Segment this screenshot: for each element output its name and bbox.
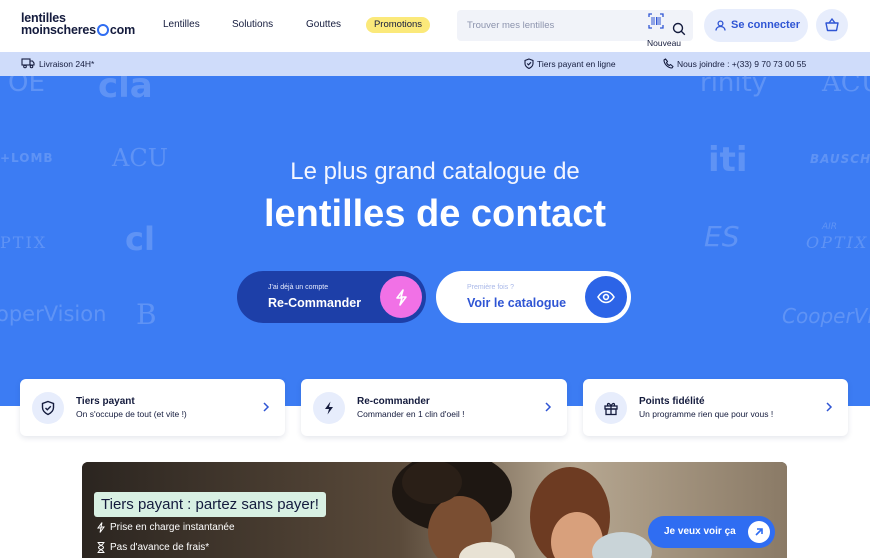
brand-watermark: rinity: [700, 76, 768, 98]
delivery-text: Livraison 24H*: [39, 59, 95, 69]
eye-icon: [597, 290, 615, 304]
catalog-button[interactable]: Première fois ? Voir le catalogue: [436, 271, 631, 323]
card-icon-circle: [313, 392, 345, 424]
nav-lentilles[interactable]: Lentilles: [163, 19, 200, 30]
tiers-payant-text[interactable]: Tiers payant en ligne: [537, 59, 616, 69]
shield-icon: [524, 58, 534, 69]
phone-icon: [663, 58, 674, 69]
promo-banner[interactable]: Tiers payant : partez sans payer! Prise …: [82, 462, 787, 558]
brand-watermark: cla: [98, 76, 153, 106]
cart-button[interactable]: [816, 9, 848, 41]
hero-title: lentilles de contact: [263, 193, 607, 235]
card-title: Tiers payant: [76, 396, 135, 407]
site-logo[interactable]: lentilles moinscheres com: [21, 12, 136, 37]
card-title: Points fidélité: [639, 396, 705, 407]
banner-feature-2-text: Pas d'avance de frais*: [110, 542, 210, 554]
reorder-label: Re-Commander: [268, 296, 362, 310]
user-icon: [715, 20, 726, 31]
arrow-circle: [748, 521, 770, 543]
site-header: lentilles moinscheres com Lentilles Solut…: [0, 0, 870, 52]
arrow-up-right-icon: [755, 528, 763, 536]
logo-domain: com: [109, 23, 136, 37]
nav-promotions[interactable]: Promotions: [366, 17, 430, 33]
reorder-caption: J'ai déjà un compte: [268, 284, 329, 291]
lightning-icon: [325, 401, 333, 415]
lightning-icon: [396, 289, 407, 306]
card-subtitle: Un programme rien que pour vous !: [639, 409, 774, 419]
banner-title: Tiers payant : partez sans payer!: [94, 492, 326, 517]
reorder-icon-circle: [380, 276, 422, 318]
chevron-right-icon: [826, 402, 833, 412]
reorder-button[interactable]: J'ai déjà un compte Re-Commander: [237, 271, 426, 323]
nav-solutions[interactable]: Solutions: [232, 19, 273, 30]
login-label: Se connecter: [731, 19, 801, 31]
catalog-icon-circle: [585, 276, 627, 318]
basket-icon: [825, 17, 839, 32]
card-icon-circle: [32, 392, 64, 424]
card-icon-circle: [595, 392, 627, 424]
card-points-fidelite[interactable]: Points fidélité Un programme rien que po…: [583, 379, 848, 436]
truck-icon: [21, 58, 35, 69]
catalog-caption: Première fois ?: [467, 284, 515, 291]
logo-line-2: moinscheres: [21, 23, 96, 37]
search-placeholder: Trouver mes lentilles: [467, 20, 555, 31]
banner-feature-2: Pas d'avance de frais*: [96, 542, 209, 553]
login-button[interactable]: Se connecter: [704, 9, 808, 42]
card-title: Re-commander: [357, 396, 430, 407]
search-icon[interactable]: [672, 22, 686, 36]
hourglass-icon: [97, 542, 105, 553]
contact-text[interactable]: Nous joindre : +(33) 9 70 73 00 55: [677, 59, 806, 69]
new-badge: Nouveau: [647, 38, 682, 48]
info-bar: Livraison 24H* Tiers payant en ligne Nou…: [0, 52, 870, 76]
banner-cta-button[interactable]: Je veux voir ça: [648, 516, 775, 548]
catalog-label: Voir le catalogue: [467, 296, 567, 310]
chevron-right-icon: [545, 402, 552, 412]
brand-watermark: operVision: [0, 302, 107, 326]
brand-watermark: B: [136, 298, 157, 331]
logo-c-icon: [96, 24, 109, 36]
banner-feature-1-text: Prise en charge instantanée: [110, 522, 235, 534]
card-subtitle: Commander en 1 clin d'oeil !: [357, 409, 465, 419]
gift-icon: [604, 402, 618, 416]
chevron-right-icon: [263, 402, 270, 412]
hero-subtitle: Le plus grand catalogue de: [290, 158, 580, 185]
hero-section: OE cla rinity ACU +LOMB ACU iti BAUSCH P…: [0, 76, 870, 406]
banner-feature-1: Prise en charge instantanée: [96, 522, 235, 533]
barcode-scan-icon[interactable]: [648, 13, 664, 29]
card-re-commander[interactable]: Re-commander Commander en 1 clin d'oeil …: [301, 379, 567, 436]
banner-cta-label: Je veux voir ça: [664, 526, 736, 537]
shield-check-icon: [41, 400, 55, 416]
nav-gouttes[interactable]: Gouttes: [306, 19, 341, 30]
brand-watermark: CooperVis: [782, 304, 870, 328]
brand-watermark: OE: [8, 76, 45, 98]
lightning-icon: [97, 522, 105, 533]
brand-watermark: ACU: [822, 76, 870, 98]
card-tiers-payant[interactable]: Tiers payant On s'occupe de tout (et vit…: [20, 379, 285, 436]
card-subtitle: On s'occupe de tout (et vite !): [76, 409, 187, 419]
